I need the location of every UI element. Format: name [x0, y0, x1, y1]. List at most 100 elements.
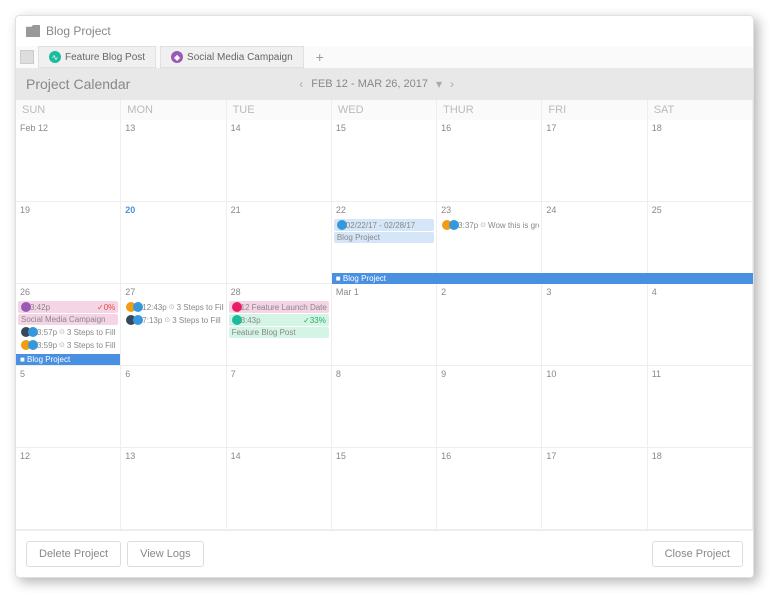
- header: Blog Project: [16, 16, 753, 46]
- calendar-event[interactable]: Blog Project: [334, 232, 434, 243]
- calendar-cell[interactable]: 18: [648, 448, 753, 530]
- calendar-cell[interactable]: 4: [648, 284, 753, 366]
- event-text: Wow this is great!: [488, 221, 539, 230]
- delete-project-button[interactable]: Delete Project: [26, 541, 121, 567]
- calendar-event[interactable]: 7:13p⊙3 Steps to Fill: [123, 314, 223, 326]
- day-header: SAT: [648, 100, 753, 120]
- calendar-event[interactable]: 3:59p⊙3 Steps to Fill: [18, 339, 118, 351]
- dropdown-icon[interactable]: ▾: [436, 77, 442, 91]
- date-number: 5: [16, 366, 120, 382]
- project-title: Blog Project: [46, 24, 111, 38]
- calendar-cell[interactable]: 19: [16, 202, 121, 284]
- calendar-cell[interactable]: Mar 1: [332, 284, 437, 366]
- date-number: 7: [227, 366, 331, 382]
- day-header: SUN: [16, 100, 121, 120]
- calendar-event[interactable]: 3:42p✓0%: [18, 301, 118, 313]
- calendar-event[interactable]: 3:37p⊙Wow this is great!: [439, 219, 539, 231]
- calendar-cell[interactable]: 14: [227, 120, 332, 202]
- calendar-cell[interactable]: 2: [437, 284, 542, 366]
- calendar-cell[interactable]: 2712:43p⊙3 Steps to Fill7:13p⊙3 Steps to…: [121, 284, 226, 366]
- calendar-view-icon[interactable]: [20, 50, 34, 64]
- calendar-event[interactable]: Feature Blog Post: [229, 327, 329, 338]
- calendar-cell[interactable]: 21: [227, 202, 332, 284]
- tab-feature-blog-post[interactable]: ∿ Feature Blog Post: [38, 46, 156, 68]
- tab-label: Feature Blog Post: [65, 52, 145, 63]
- day-header: FRI: [542, 100, 647, 120]
- event-time: Social Media Campaign: [21, 315, 106, 324]
- event-time: 12 Feature Launch Date: [241, 303, 327, 312]
- calendar-cell[interactable]: 25: [648, 202, 753, 284]
- calendar-cell[interactable]: 13: [121, 120, 226, 202]
- date-number: 6: [121, 366, 225, 382]
- date-number: 12: [16, 448, 120, 464]
- date-number: 23: [437, 202, 541, 218]
- calendar-cell[interactable]: 16: [437, 120, 542, 202]
- calendar-event[interactable]: Social Media Campaign: [18, 314, 118, 325]
- calendar-cell[interactable]: 20: [121, 202, 226, 284]
- event-time: Feature Blog Post: [232, 328, 296, 337]
- add-tab-button[interactable]: +: [308, 46, 332, 68]
- calendar-event[interactable]: 3:57p⊙3 Steps to Fill: [18, 326, 118, 338]
- calendar-cell[interactable]: 5: [16, 366, 121, 448]
- calendar-cell[interactable]: 17: [542, 120, 647, 202]
- date-number: 4: [648, 284, 752, 300]
- calendar-cell[interactable]: 10: [542, 366, 647, 448]
- calendar-cell[interactable]: 15: [332, 120, 437, 202]
- clock-icon: ⊙: [59, 341, 65, 349]
- calendar-cell[interactable]: 18: [648, 120, 753, 202]
- calendar-cell[interactable]: 12: [16, 448, 121, 530]
- event-time: 3:57p: [37, 328, 57, 337]
- close-project-button[interactable]: Close Project: [652, 541, 743, 567]
- date-number: 18: [648, 448, 752, 464]
- calendar-event[interactable]: 12 Feature Launch Date: [229, 301, 329, 313]
- calendar-cell[interactable]: 6: [121, 366, 226, 448]
- date-number: 28: [227, 284, 331, 300]
- toolbar: Project Calendar ‹ FEB 12 - MAR 26, 2017…: [16, 68, 753, 100]
- calendar-cell[interactable]: 16: [437, 448, 542, 530]
- tab-label: Social Media Campaign: [187, 52, 293, 63]
- date-number: 15: [332, 448, 436, 464]
- tab-social-media[interactable]: ◆ Social Media Campaign: [160, 46, 304, 68]
- calendar-cell[interactable]: 15: [332, 448, 437, 530]
- calendar-cell[interactable]: 14: [227, 448, 332, 530]
- view-logs-button[interactable]: View Logs: [127, 541, 204, 567]
- clock-icon: ⊙: [59, 328, 65, 336]
- day-header: MON: [121, 100, 226, 120]
- percent-badge: ✓0%: [97, 303, 115, 312]
- calendar-cell[interactable]: 7: [227, 366, 332, 448]
- clock-icon: ⊙: [164, 316, 170, 324]
- calendar-cell[interactable]: Feb 12: [16, 120, 121, 202]
- calendar-cell[interactable]: 2202/22/17 - 02/28/17Blog Project: [332, 202, 437, 284]
- calendar-cell[interactable]: 11: [648, 366, 753, 448]
- calendar-event[interactable]: 12:43p⊙3 Steps to Fill: [123, 301, 223, 313]
- event-time: 02/22/17 - 02/28/17: [346, 221, 415, 230]
- tabs-row: ∿ Feature Blog Post ◆ Social Media Campa…: [16, 46, 753, 68]
- date-number: 16: [437, 448, 541, 464]
- clock-icon: ⊙: [480, 221, 486, 229]
- date-number: Mar 1: [332, 284, 436, 300]
- clock-icon: ⊙: [169, 303, 175, 311]
- calendar-cell[interactable]: 24: [542, 202, 647, 284]
- calendar-cell[interactable]: 3: [542, 284, 647, 366]
- calendar-cell[interactable]: 17: [542, 448, 647, 530]
- prev-button[interactable]: ‹: [299, 77, 303, 91]
- calendar-event[interactable]: 02/22/17 - 02/28/17: [334, 219, 434, 231]
- calendar-cell[interactable]: 28 12 Feature Launch Date 3:43p✓33% Feature…: [227, 284, 332, 366]
- date-number: 24: [542, 202, 646, 218]
- date-range[interactable]: FEB 12 - MAR 26, 2017: [311, 78, 428, 90]
- calendar-cell[interactable]: 233:37p⊙Wow this is great!: [437, 202, 542, 284]
- calendar-cell[interactable]: 13: [121, 448, 226, 530]
- folder-icon: [26, 25, 40, 37]
- project-bar[interactable]: ■ Blog Project: [16, 354, 120, 365]
- calendar-cell[interactable]: 263:42p✓0%Social Media Campaign3:57p⊙3 S…: [16, 284, 121, 366]
- event-text: 3 Steps to Fill: [67, 341, 115, 350]
- megaphone-icon: ◆: [171, 51, 183, 63]
- rss-icon: ∿: [49, 51, 61, 63]
- date-number: 9: [437, 366, 541, 382]
- calendar-cell[interactable]: 9: [437, 366, 542, 448]
- calendar-cell[interactable]: 8: [332, 366, 437, 448]
- event-time: 3:59p: [37, 341, 57, 350]
- calendar-event[interactable]: 3:43p✓33%: [229, 314, 329, 326]
- next-button[interactable]: ›: [450, 77, 454, 91]
- project-span-bar[interactable]: ■ Blog Project: [332, 273, 753, 284]
